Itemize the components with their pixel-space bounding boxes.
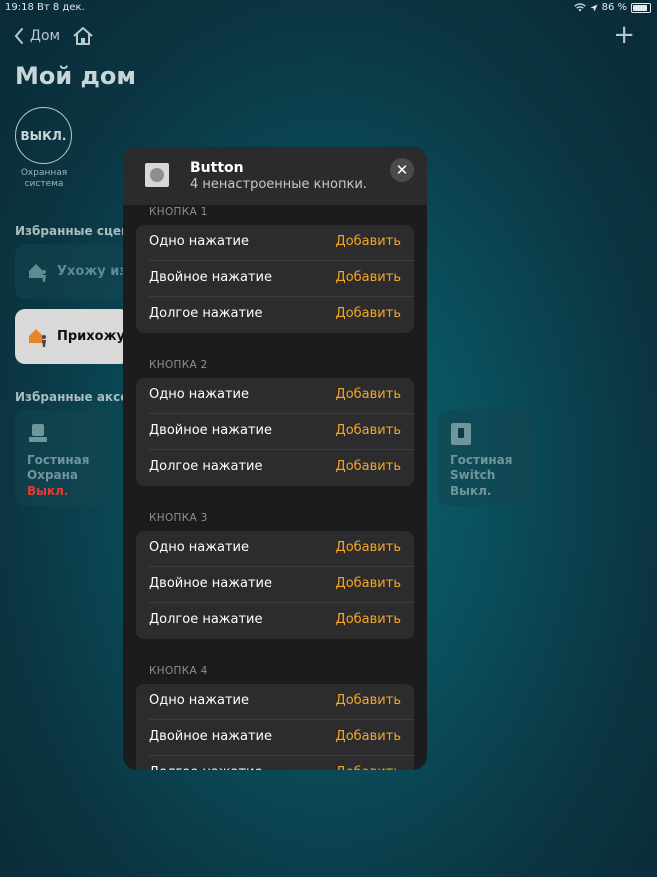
press-action-row[interactable]: Долгое нажатие Добавить <box>136 450 414 486</box>
group-heading: КНОПКА 2 <box>149 359 208 371</box>
add-action-button[interactable]: Добавить <box>336 234 401 249</box>
button-device-icon <box>145 163 169 187</box>
press-type-label: Долгое нажатие <box>149 306 263 321</box>
add-action-button[interactable]: Добавить <box>336 270 401 285</box>
add-action-button[interactable]: Добавить <box>336 729 401 744</box>
press-action-row[interactable]: Одно нажатие Добавить <box>136 531 414 567</box>
button-group-card: Одно нажатие Добавить Двойное нажатие Добав… <box>136 378 414 486</box>
press-action-row[interactable]: Одно нажатие Добавить <box>136 684 414 720</box>
house-person-icon <box>29 263 46 282</box>
status-bar: 19:18 Вт 8 дек. 86 % <box>0 0 657 16</box>
scene-tile-leaving[interactable]: Ухожу из <box>15 244 130 299</box>
press-type-label: Одно нажатие <box>149 387 249 402</box>
press-action-row[interactable]: Одно нажатие Добавить <box>136 378 414 414</box>
press-action-row[interactable]: Двойное нажатие Добавить <box>136 720 414 756</box>
group-heading: КНОПКА 4 <box>149 665 208 677</box>
add-action-button[interactable]: Добавить <box>336 612 401 627</box>
accessory-tile-switch[interactable]: Гостиная Switch Выкл. <box>438 410 534 506</box>
status-date: Вт 8 дек. <box>37 2 85 13</box>
press-type-label: Одно нажатие <box>149 540 249 555</box>
add-icon[interactable]: + <box>613 22 635 48</box>
group-heading: КНОПКА 3 <box>149 512 208 524</box>
button-group-card: Одно нажатие Добавить Двойное нажатие Добав… <box>136 684 414 770</box>
press-type-label: Долгое нажатие <box>149 612 263 627</box>
security-icon <box>29 424 47 442</box>
button-device-dot <box>150 168 164 182</box>
accessory-title: Охрана <box>27 468 79 482</box>
modal-scroll-area[interactable]: КНОПКА 1 Одно нажатие Добавить Двойное нажа… <box>123 205 427 770</box>
press-action-row[interactable]: Одно нажатие Добавить <box>136 225 414 261</box>
add-action-button[interactable]: Добавить <box>336 540 401 555</box>
add-action-button[interactable]: Добавить <box>336 765 401 770</box>
accessory-tile-security[interactable]: Гостиная Охрана Выкл. <box>15 410 111 506</box>
group-heading: КНОПКА 1 <box>149 206 208 218</box>
status-time: 19:18 <box>5 2 34 13</box>
modal-subtitle: 4 ненастроенные кнопки. <box>190 177 367 192</box>
security-state: ВЫКЛ. <box>20 128 67 143</box>
button-group-card: Одно нажатие Добавить Двойное нажатие Добав… <box>136 531 414 639</box>
press-type-label: Долгое нажатие <box>149 459 263 474</box>
security-label: Охранная система <box>20 168 68 189</box>
back-button[interactable]: Дом <box>14 26 94 46</box>
add-action-button[interactable]: Добавить <box>336 387 401 402</box>
accessory-title: Switch <box>450 468 496 482</box>
location-icon <box>590 4 598 11</box>
close-icon: ✕ <box>395 160 409 179</box>
close-button[interactable]: ✕ <box>390 158 414 182</box>
press-action-row[interactable]: Двойное нажатие Добавить <box>136 414 414 450</box>
press-type-label: Двойное нажатие <box>149 423 272 438</box>
add-action-button[interactable]: Добавить <box>336 693 401 708</box>
switch-icon <box>451 423 471 445</box>
press-action-row[interactable]: Долгое нажатие Добавить <box>136 603 414 639</box>
chevron-left-icon <box>14 28 23 44</box>
press-type-label: Одно нажатие <box>149 693 249 708</box>
add-action-button[interactable]: Добавить <box>336 459 401 474</box>
accessory-status: Выкл. <box>450 484 492 498</box>
add-action-button[interactable]: Добавить <box>336 423 401 438</box>
accessory-name: Гостиная Switch <box>450 453 512 483</box>
press-type-label: Двойное нажатие <box>149 729 272 744</box>
accessory-room: Гостиная <box>450 453 513 467</box>
battery-icon <box>631 2 651 13</box>
accessory-status: Выкл. <box>27 484 69 498</box>
home-icon[interactable] <box>72 26 94 46</box>
scene-label: Ухожу из <box>57 264 127 279</box>
status-indicators: 86 % <box>573 2 651 13</box>
battery-percent: 86 % <box>601 2 627 13</box>
press-type-label: Двойное нажатие <box>149 576 272 591</box>
button-group-card: Одно нажатие Добавить Двойное нажатие Добав… <box>136 225 414 333</box>
press-action-row[interactable]: Двойное нажатие Добавить <box>136 261 414 297</box>
press-action-row[interactable]: Долгое нажатие Добавить <box>136 756 414 770</box>
press-type-label: Одно нажатие <box>149 234 249 249</box>
security-system-button[interactable]: ВЫКЛ. <box>15 107 72 164</box>
house-person-icon <box>29 328 46 347</box>
scene-label: Прихожу <box>57 329 126 344</box>
button-config-modal: Button 4 ненастроенные кнопки. ✕ КНОПКА … <box>123 147 427 770</box>
wifi-icon <box>573 3 586 12</box>
accessory-name: Гостиная Охрана <box>27 453 89 483</box>
modal-header: Button 4 ненастроенные кнопки. ✕ <box>123 147 427 205</box>
press-type-label: Двойное нажатие <box>149 270 272 285</box>
accessory-room: Гостиная <box>27 453 90 467</box>
back-label: Дом <box>30 28 61 44</box>
press-type-label: Долгое нажатие <box>149 765 263 770</box>
page-title: Мой дом <box>15 62 137 90</box>
accessories-section-label: Избранные аксес <box>15 390 136 404</box>
scene-tile-arriving[interactable]: Прихожу <box>15 309 130 364</box>
battery-fill <box>633 4 647 11</box>
add-action-button[interactable]: Добавить <box>336 576 401 591</box>
add-action-button[interactable]: Добавить <box>336 306 401 321</box>
press-action-row[interactable]: Двойное нажатие Добавить <box>136 567 414 603</box>
press-action-row[interactable]: Долгое нажатие Добавить <box>136 297 414 333</box>
scenes-section-label: Избранные сцена <box>15 224 138 238</box>
modal-title: Button <box>190 160 244 176</box>
